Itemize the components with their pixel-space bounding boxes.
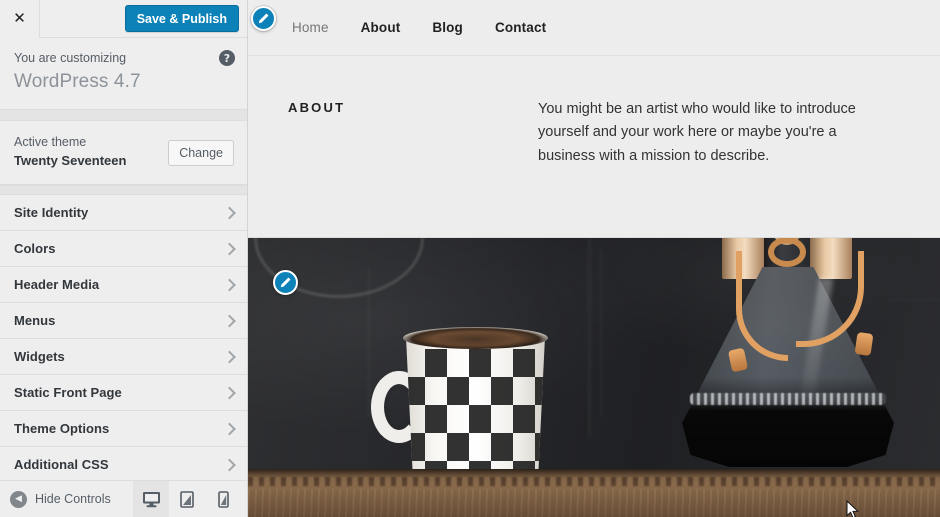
customizing-label: You are customizing [14, 51, 127, 65]
sidebar-item-label: Menus [14, 313, 56, 329]
nav-link-blog[interactable]: Blog [432, 20, 463, 35]
hide-controls-label: Hide Controls [35, 492, 111, 506]
chemex-cord-tip-right [854, 331, 874, 357]
device-preview-switcher [133, 481, 241, 517]
sidebar-item-static-front-page[interactable]: Static Front Page [0, 375, 247, 412]
about-section: ABOUT You might be an artist who would l… [248, 56, 940, 168]
collapse-glyph: ◀ [15, 493, 22, 504]
sidebar-footer: ◀ Hide Controls [0, 480, 247, 517]
save-and-publish-button[interactable]: Save & Publish [124, 5, 239, 32]
chemex-coffee-brewer [660, 238, 910, 493]
sidebar-item-label: Colors [14, 241, 56, 257]
nav-link-home[interactable]: Home [292, 20, 329, 35]
sidebar-divider-2 [0, 185, 247, 196]
chevron-right-icon [223, 206, 236, 219]
chevron-right-icon [223, 242, 236, 255]
chemex-leather-cord-right [796, 251, 864, 347]
mobile-icon [217, 491, 229, 508]
active-theme-panel: Active theme Twenty Seventeen Change [0, 121, 247, 186]
help-icon[interactable]: ? [219, 50, 235, 66]
pencil-icon [258, 13, 269, 24]
chevron-right-icon [223, 422, 236, 435]
mug-diamond-pattern [405, 349, 546, 483]
site-preview-frame: Home About Blog Contact ABOUT You might … [248, 0, 940, 517]
help-glyph: ? [223, 51, 231, 65]
mobile-preview-button[interactable] [205, 481, 241, 517]
sidebar-item-site-identity[interactable]: Site Identity [0, 195, 247, 232]
close-icon: ✕ [13, 9, 26, 27]
harlequin-mug [371, 325, 571, 489]
close-customizer-button[interactable]: ✕ [0, 0, 40, 38]
chevron-right-icon [223, 350, 236, 363]
chalk-streak [368, 268, 370, 418]
sidebar-divider-1 [0, 110, 247, 122]
chemex-coffee-foam-line [690, 393, 886, 405]
customizer-sidebar: ✕ Save & Publish You are customizing Wor… [0, 0, 248, 517]
customizing-panel: You are customizing WordPress 4.7 ? [0, 38, 247, 111]
table-edge-grain [248, 477, 940, 486]
chevron-right-icon [223, 458, 236, 471]
edit-shortcut-nav-icon[interactable] [251, 6, 276, 31]
sidebar-item-label: Header Media [14, 277, 100, 293]
wordpress-customizer: ✕ Save & Publish You are customizing Wor… [0, 0, 940, 517]
header-image [248, 237, 940, 517]
tablet-preview-button[interactable] [169, 481, 205, 517]
table-surface-grain [248, 489, 940, 517]
chalk-streak [588, 238, 591, 438]
sidebar-item-additional-css[interactable]: Additional CSS [0, 447, 247, 480]
chalk-streak [600, 248, 602, 418]
pencil-icon [280, 277, 291, 288]
chemex-leather-knot [768, 238, 806, 267]
sidebar-item-widgets[interactable]: Widgets [0, 339, 247, 376]
chevron-right-icon [223, 386, 236, 399]
chevron-right-icon [223, 278, 236, 291]
sidebar-item-label: Static Front Page [14, 385, 122, 401]
about-heading: ABOUT [288, 100, 346, 115]
sidebar-header: ✕ Save & Publish [0, 0, 247, 38]
sidebar-item-label: Site Identity [14, 205, 89, 221]
desktop-preview-button[interactable] [133, 481, 169, 517]
hide-controls-button[interactable]: ◀ Hide Controls [0, 490, 111, 508]
wooden-table [248, 469, 940, 517]
site-primary-navigation: Home About Blog Contact [248, 0, 940, 56]
about-body-text: You might be an artist who would like to… [538, 101, 856, 164]
sidebar-item-colors[interactable]: Colors [0, 231, 247, 268]
nav-link-contact[interactable]: Contact [495, 20, 546, 35]
nav-link-about[interactable]: About [361, 20, 401, 35]
chevron-right-icon [223, 314, 236, 327]
sidebar-item-theme-options[interactable]: Theme Options [0, 411, 247, 448]
mug-rim-with-coffee [403, 327, 548, 349]
collapse-left-icon: ◀ [10, 490, 27, 508]
edit-shortcut-header-image-icon[interactable] [273, 270, 298, 295]
sidebar-item-label: Theme Options [14, 421, 110, 437]
mug-body [405, 335, 546, 483]
customizing-site-title: WordPress 4.7 [14, 70, 141, 92]
change-theme-button[interactable]: Change [168, 140, 234, 167]
sidebar-item-menus[interactable]: Menus [0, 303, 247, 340]
sidebar-item-label: Widgets [14, 349, 65, 365]
tablet-icon [180, 491, 194, 508]
sidebar-item-label: Additional CSS [14, 457, 109, 473]
sidebar-item-header-media[interactable]: Header Media [0, 267, 247, 304]
customizer-sections-list: Site Identity Colors Header Media Menus … [0, 195, 247, 480]
desktop-icon [142, 492, 160, 508]
